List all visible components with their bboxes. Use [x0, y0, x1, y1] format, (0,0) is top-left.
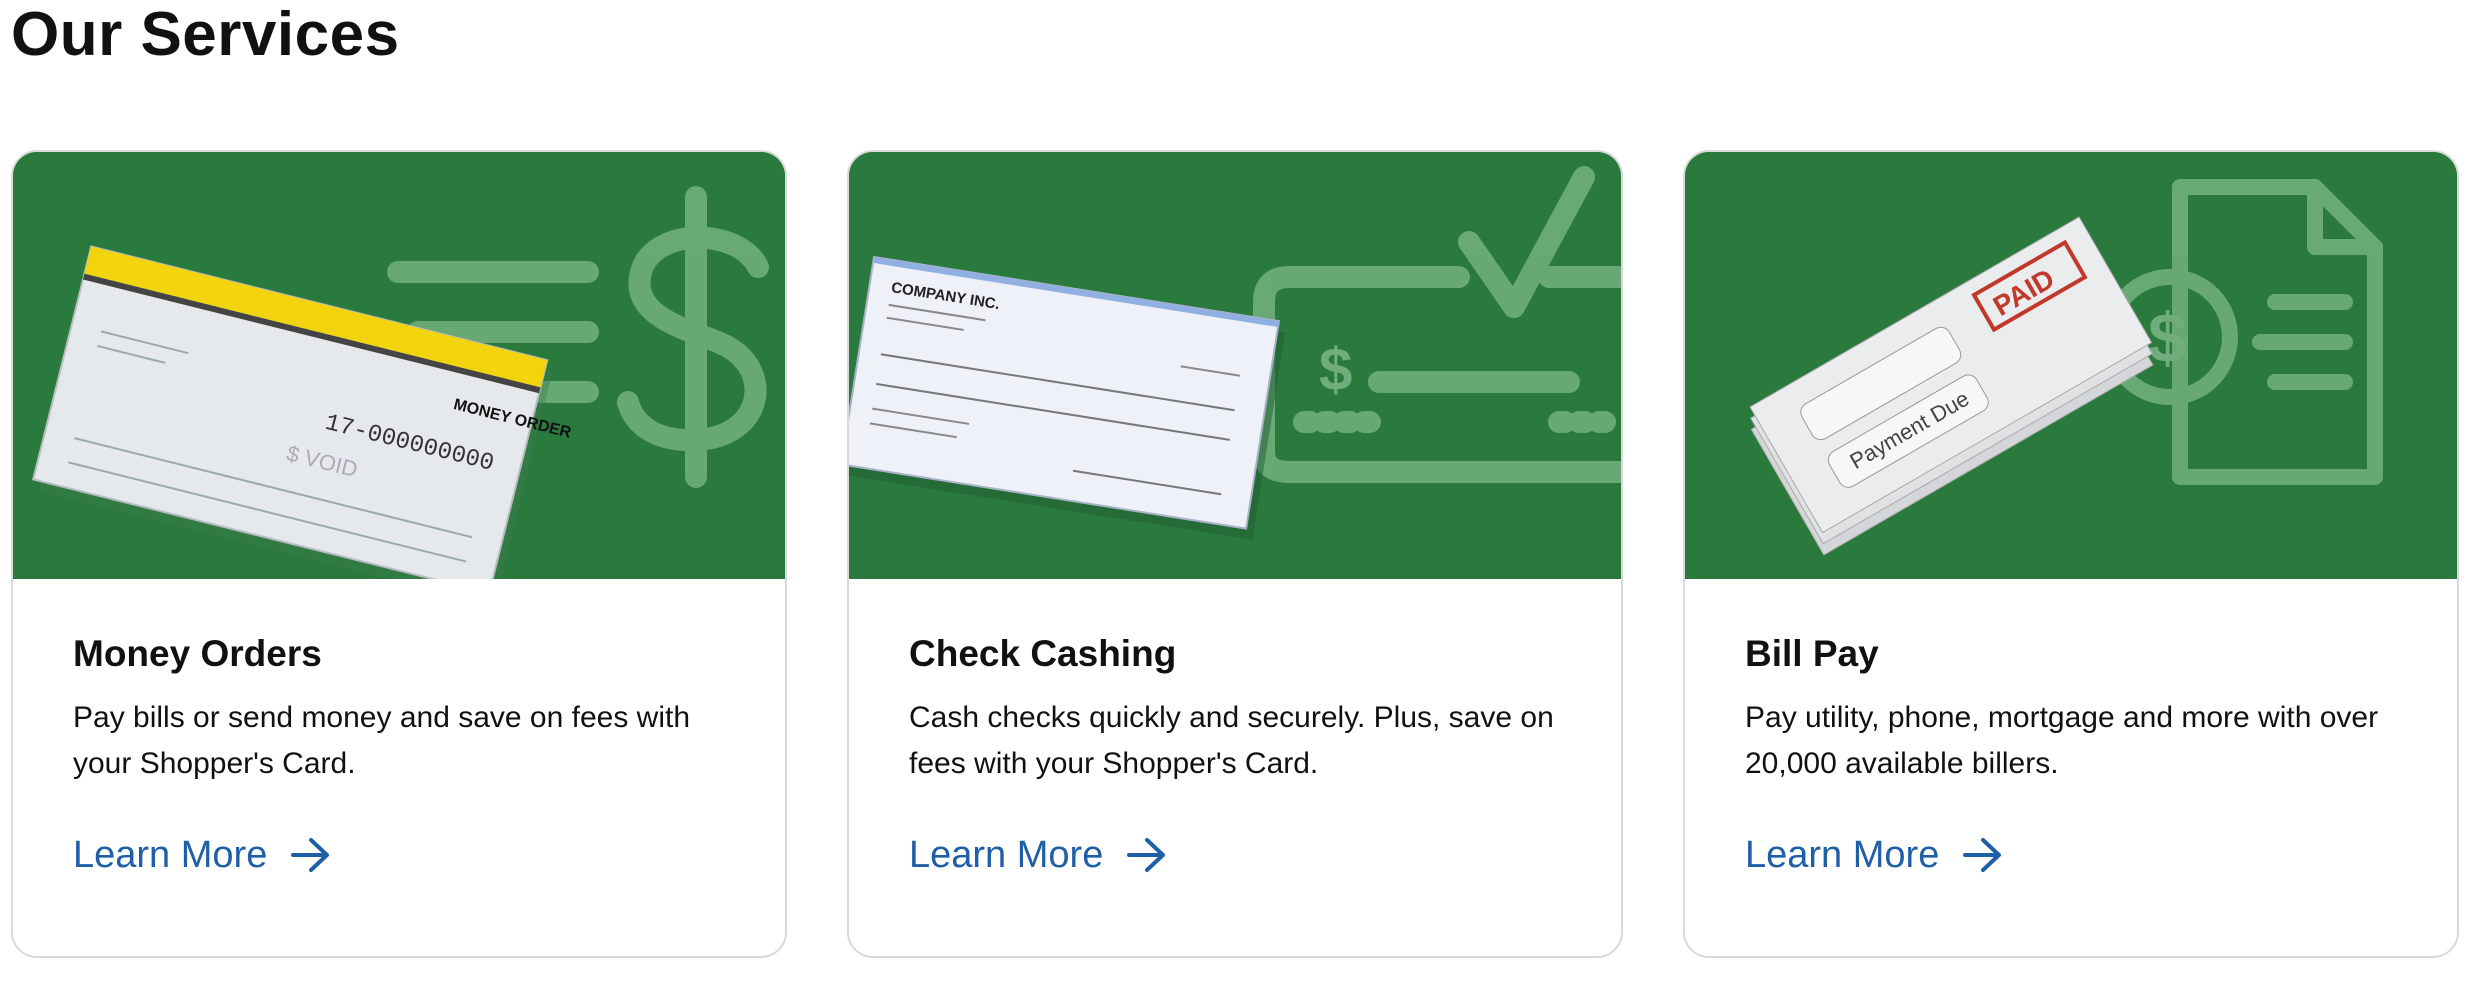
check-cashing-image: $ COMPANY INC.: [849, 152, 1621, 579]
learn-more-label: Learn More: [1745, 834, 1940, 876]
card-description: Pay bills or send money and save on fees…: [73, 701, 691, 780]
service-card-check-cashing[interactable]: $ COMPANY INC. Check Cashing Cash checks…: [847, 150, 1623, 958]
service-card-money-orders[interactable]: MONEY ORDER 17-000000000 $ VOID Money Or…: [11, 150, 787, 958]
card-title: Money Orders: [73, 633, 322, 674]
section-title: Our Services: [11, 0, 400, 69]
arrow-right-icon: [1127, 838, 1166, 872]
card-description: Cash checks quickly and securely. Plus, …: [909, 701, 1554, 780]
learn-more-link[interactable]: Learn More: [909, 831, 1169, 879]
card-title: Bill Pay: [1745, 633, 1879, 674]
service-card-bill-pay[interactable]: $ Payment Due PAID Bill Pay Pay utility,…: [1683, 150, 2459, 958]
arrow-right-icon: [1963, 838, 2002, 872]
learn-more-link[interactable]: Learn More: [73, 831, 333, 879]
learn-more-label: Learn More: [909, 834, 1104, 876]
card-title: Check Cashing: [909, 633, 1177, 674]
check-cashing-body: Check Cashing Cash checks quickly and se…: [849, 579, 1621, 879]
svg-text:$: $: [1319, 336, 1352, 403]
bill-pay-illustration: $ Payment Due PAID: [1685, 152, 2457, 579]
services-card-list: MONEY ORDER 17-000000000 $ VOID Money Or…: [11, 150, 2459, 958]
money-orders-image: MONEY ORDER 17-000000000 $ VOID: [13, 152, 785, 579]
money-orders-body: Money Orders Pay bills or send money and…: [13, 579, 785, 879]
bill-pay-body: Bill Pay Pay utility, phone, mortgage an…: [1685, 579, 2457, 879]
money-order-illustration: MONEY ORDER 17-000000000 $ VOID: [13, 152, 785, 579]
learn-more-label: Learn More: [73, 834, 268, 876]
bill-pay-image: $ Payment Due PAID: [1685, 152, 2457, 579]
services-page: Our Services MONEY ORDER 17-000000000 $ …: [0, 0, 2482, 985]
check-cashing-illustration: $ COMPANY INC.: [849, 152, 1621, 579]
svg-text:$: $: [2148, 299, 2187, 377]
learn-more-link[interactable]: Learn More: [1745, 831, 2005, 879]
card-description: Pay utility, phone, mortgage and more wi…: [1745, 701, 2379, 780]
arrow-right-icon: [291, 838, 330, 872]
